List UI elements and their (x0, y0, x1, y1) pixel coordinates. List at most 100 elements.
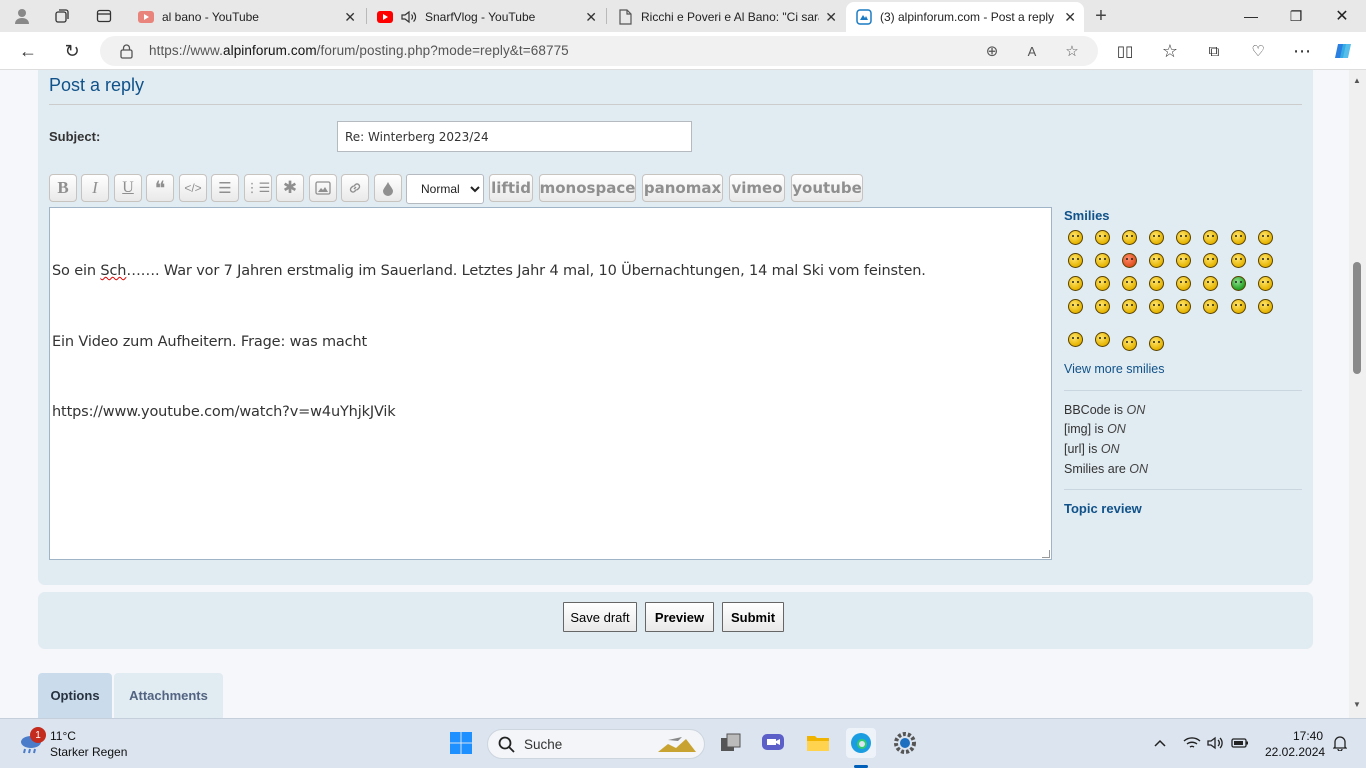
zoom-icon[interactable]: ⊕ (982, 41, 1002, 61)
link-icon[interactable] (341, 174, 369, 202)
smiley-icon[interactable] (1176, 230, 1191, 245)
smiley-icon[interactable] (1176, 276, 1191, 291)
scroll-thumb[interactable] (1353, 262, 1361, 374)
scroll-down-icon[interactable]: ▼ (1353, 700, 1361, 709)
smiley-icon[interactable] (1095, 253, 1110, 268)
smiley-icon[interactable] (1176, 253, 1191, 268)
file-explorer-icon[interactable] (803, 728, 833, 758)
resize-handle[interactable] (1042, 550, 1050, 558)
smiley-icon[interactable] (1231, 230, 1246, 245)
topic-review-link[interactable]: Topic review (1064, 501, 1142, 516)
favorite-star-icon[interactable]: ☆ (1062, 41, 1082, 61)
smiley-icon[interactable] (1203, 230, 1218, 245)
smiley-icon[interactable] (1203, 299, 1218, 314)
color-drop-icon[interactable] (374, 174, 402, 202)
task-view-icon[interactable] (716, 728, 746, 758)
liftid-button[interactable]: liftid (489, 174, 533, 202)
tab-alpinforum-active[interactable]: (3) alpinforum.com - Post a reply ✕ (846, 2, 1084, 32)
lock-icon[interactable] (116, 41, 136, 61)
reload-icon[interactable]: ↻ (60, 39, 84, 63)
smiley-icon[interactable] (1149, 299, 1164, 314)
smiley-icon[interactable] (1231, 299, 1246, 314)
settings-gear-icon[interactable] (890, 728, 920, 758)
youtube-button[interactable]: youtube (791, 174, 863, 202)
smiley-icon[interactable] (1203, 276, 1218, 291)
smiley-icon[interactable] (1068, 299, 1083, 314)
back-arrow-icon[interactable]: ← (16, 39, 40, 63)
start-windows-icon[interactable] (446, 728, 476, 758)
collections-icon[interactable]: ⧉ (1202, 39, 1226, 63)
close-icon[interactable]: ✕ (825, 9, 837, 26)
vimeo-button[interactable]: vimeo (729, 174, 785, 202)
minimize-icon[interactable]: — (1231, 4, 1271, 28)
subject-input[interactable] (337, 121, 692, 152)
copilot-icon[interactable] (1331, 39, 1355, 63)
close-icon[interactable]: ✕ (585, 9, 597, 26)
workspaces-icon[interactable] (52, 6, 72, 26)
list-item-asterisk-icon[interactable]: ✱ (276, 174, 304, 202)
tab-options[interactable]: Options (38, 673, 112, 718)
smiley-icon[interactable] (1149, 336, 1164, 351)
smiley-icon[interactable] (1068, 253, 1083, 268)
smiley-icon[interactable] (1122, 276, 1137, 291)
smiley-icon[interactable] (1068, 332, 1083, 347)
font-size-select[interactable]: Normal (406, 174, 484, 204)
smiley-icon[interactable] (1149, 276, 1164, 291)
smiley-icon[interactable] (1122, 299, 1137, 314)
smiley-icon[interactable] (1095, 332, 1110, 347)
tab-ricchi-e-poveri[interactable]: Ricchi e Poveri e Al Bano: "Ci sarà ✕ (607, 2, 845, 32)
smiley-icon[interactable] (1149, 253, 1164, 268)
smiley-icon[interactable] (1095, 230, 1110, 245)
smiley-icon[interactable] (1122, 253, 1137, 268)
smiley-icon[interactable] (1095, 276, 1110, 291)
smiley-icon[interactable] (1203, 253, 1218, 268)
smiley-icon[interactable] (1068, 276, 1083, 291)
italic-button[interactable]: I (81, 174, 109, 202)
underline-button[interactable]: U (114, 174, 142, 202)
smiley-icon[interactable] (1122, 230, 1137, 245)
smiley-icon[interactable] (1258, 276, 1273, 291)
save-draft-button[interactable]: Save draft (563, 602, 637, 632)
smiley-icon[interactable] (1258, 230, 1273, 245)
tab-attachments[interactable]: Attachments (114, 673, 223, 718)
smiley-icon[interactable] (1258, 299, 1273, 314)
message-textarea[interactable]: So ein Sch……. War vor 7 Jahren erstmalig… (49, 207, 1052, 560)
weather-description[interactable]: Starker Regen (50, 745, 127, 759)
taskbar-search[interactable]: Suche (487, 729, 705, 759)
smiley-icon[interactable] (1122, 336, 1137, 351)
clock-date[interactable]: 22.02.2024 (1265, 745, 1325, 759)
vertical-scrollbar[interactable]: ▲ ▼ (1349, 70, 1366, 718)
restore-icon[interactable]: ❐ (1276, 4, 1316, 28)
list-icon[interactable]: ☰ (211, 174, 239, 202)
misspelled-word[interactable]: Sch (100, 263, 126, 279)
smiley-icon[interactable] (1258, 253, 1273, 268)
smiley-icon[interactable] (1176, 299, 1191, 314)
code-icon[interactable]: </> (179, 174, 207, 202)
speaker-icon[interactable] (401, 9, 417, 25)
split-screen-icon[interactable]: ▯▯ (1113, 39, 1137, 63)
url-field[interactable]: https://www.alpinforum.com/forum/posting… (100, 36, 1098, 66)
browser-essentials-icon[interactable]: ♡ (1246, 39, 1270, 63)
smiley-icon[interactable] (1095, 299, 1110, 314)
submit-button[interactable]: Submit (722, 602, 784, 632)
smiley-icon[interactable] (1231, 276, 1246, 291)
close-icon[interactable]: ✕ (344, 9, 356, 26)
smiley-icon[interactable] (1149, 230, 1164, 245)
clock-time[interactable]: 17:40 (1293, 729, 1323, 743)
preview-button[interactable]: Preview (645, 602, 714, 632)
more-menu-icon[interactable]: ⋯ (1290, 39, 1314, 63)
smiley-icon[interactable] (1068, 230, 1083, 245)
image-icon[interactable] (309, 174, 337, 202)
edge-browser-icon[interactable] (846, 728, 876, 758)
smiley-icon[interactable] (1231, 253, 1246, 268)
quote-icon[interactable]: ❝ (146, 174, 174, 202)
tab-al-bano-youtube[interactable]: al bano - YouTube ✕ (128, 2, 364, 32)
monospace-button[interactable]: monospace (539, 174, 636, 202)
volume-icon[interactable] (1207, 734, 1225, 752)
profile-icon[interactable] (12, 6, 32, 26)
wifi-icon[interactable] (1183, 734, 1201, 752)
teams-chat-icon[interactable] (758, 728, 788, 758)
view-more-smilies-link[interactable]: View more smilies (1064, 362, 1165, 376)
read-aloud-icon[interactable]: A (1022, 41, 1042, 61)
numbered-list-icon[interactable]: ⋮☰ (244, 174, 272, 202)
